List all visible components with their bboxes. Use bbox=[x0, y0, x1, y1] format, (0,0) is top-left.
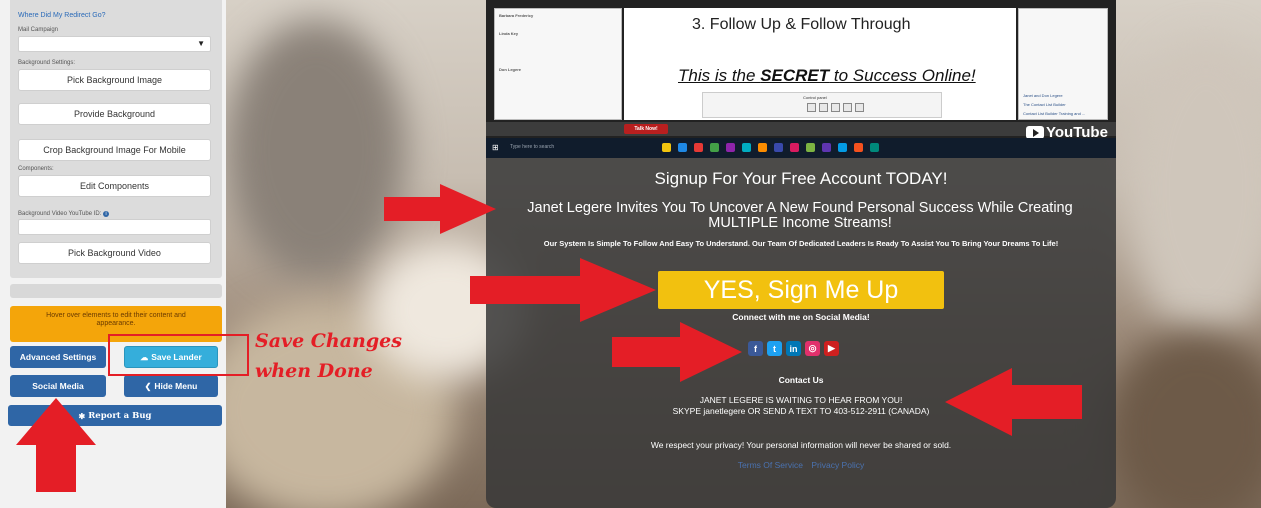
annotation-arrows bbox=[16, 184, 1082, 492]
arrow-up-icon bbox=[16, 398, 96, 492]
annotation-text: Save Changes bbox=[255, 330, 402, 352]
arrow-left-icon bbox=[945, 368, 1082, 436]
arrow-right-icon bbox=[612, 322, 742, 382]
arrow-right-icon bbox=[470, 258, 656, 322]
annotation-text: when Done bbox=[255, 360, 373, 382]
arrow-right-icon bbox=[384, 184, 496, 234]
save-highlight-box bbox=[108, 334, 249, 376]
